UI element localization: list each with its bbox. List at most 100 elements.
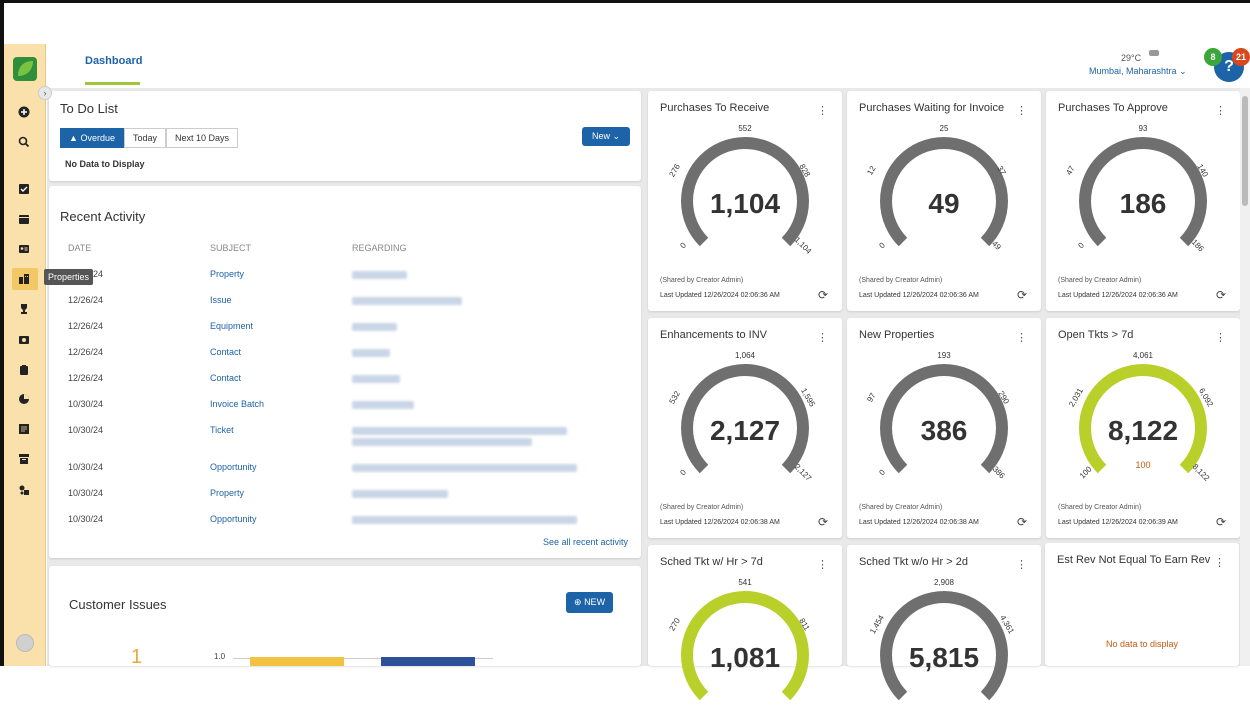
gauge-last-updated: Last Updated 12/26/2024 02:06:39 AM bbox=[1058, 519, 1178, 526]
row-regarding-redacted[interactable] bbox=[352, 516, 577, 524]
row-subject-link[interactable]: Contact bbox=[210, 347, 241, 357]
gauge-value: 2,127 bbox=[709, 415, 781, 446]
row-date: 12/26/24 bbox=[68, 321, 104, 331]
gauge-shared-by: (Shared by Creator Admin) bbox=[660, 504, 744, 511]
top-header: Dashboard 29°C Mumbai, Maharashtra ⌄ ? 8… bbox=[47, 44, 1250, 88]
gauge-title: Purchases To Receive bbox=[660, 102, 770, 114]
money-icon[interactable] bbox=[16, 332, 32, 348]
gauge-card: Sched Tkt w/o Hr > 2d ⋮ 5,815 2,908 1,454 4,3… bbox=[847, 545, 1041, 701]
row-regarding-redacted[interactable] bbox=[352, 297, 462, 305]
kebab-menu-icon[interactable]: ⋮ bbox=[1214, 556, 1225, 569]
todo-title: To Do List bbox=[60, 101, 118, 116]
scrollbar[interactable] bbox=[1240, 88, 1250, 666]
refresh-icon[interactable]: ⟳ bbox=[818, 515, 828, 529]
row-regarding-redacted[interactable] bbox=[352, 464, 577, 472]
notification-badge-red[interactable]: 21 bbox=[1232, 48, 1250, 66]
row-subject-link[interactable]: Contact bbox=[210, 373, 241, 383]
todo-new-button[interactable]: New ⌄ bbox=[582, 127, 631, 146]
refresh-icon[interactable]: ⟳ bbox=[1017, 515, 1027, 529]
gauge-last-updated: Last Updated 12/26/2024 02:06:36 AM bbox=[1058, 292, 1178, 299]
chevron-right-icon[interactable]: › bbox=[38, 86, 52, 100]
weather-location[interactable]: Mumbai, Maharashtra ⌄ bbox=[1089, 66, 1187, 77]
kebab-menu-icon[interactable]: ⋮ bbox=[1016, 331, 1027, 344]
filter-overdue[interactable]: ▲ Overdue bbox=[60, 128, 124, 148]
row-subject-link[interactable]: Issue bbox=[210, 295, 232, 305]
row-regarding-redacted[interactable] bbox=[352, 271, 407, 279]
row-regarding-redacted[interactable] bbox=[352, 427, 567, 435]
row-subject-link[interactable]: Opportunity bbox=[210, 514, 257, 524]
trophy-icon[interactable] bbox=[16, 301, 32, 317]
est-rev-card: Est Rev Not Equal To Earn Rev ⋮ No data … bbox=[1045, 543, 1239, 666]
kebab-menu-icon[interactable]: ⋮ bbox=[1215, 104, 1226, 117]
calendar-icon[interactable] bbox=[16, 211, 32, 227]
gauge-label-top: 2,908 bbox=[933, 578, 955, 587]
chevron-down-icon: ⌄ bbox=[1179, 66, 1187, 76]
scroll-thumb[interactable] bbox=[1242, 96, 1248, 206]
archive-icon[interactable] bbox=[16, 451, 32, 467]
kebab-menu-icon[interactable]: ⋮ bbox=[1016, 104, 1027, 117]
todo-empty-message: No Data to Display bbox=[65, 159, 145, 169]
row-date: 10/30/24 bbox=[68, 488, 104, 498]
top-border bbox=[0, 0, 1250, 3]
user-avatar[interactable] bbox=[16, 634, 34, 652]
gauge-shared-by: (Shared by Creator Admin) bbox=[859, 277, 943, 284]
filter-today[interactable]: Today bbox=[123, 128, 166, 148]
gauge-arc bbox=[880, 136, 1008, 247]
checklist-icon[interactable] bbox=[16, 181, 32, 197]
gauge-value: 8,122 bbox=[1107, 415, 1179, 446]
settings-icon[interactable] bbox=[16, 482, 32, 498]
customer-issues-new-label: NEW bbox=[584, 597, 606, 607]
kebab-menu-icon[interactable]: ⋮ bbox=[817, 104, 828, 117]
refresh-icon[interactable]: ⟳ bbox=[818, 288, 828, 302]
customer-issues-new-button[interactable]: ⊕ NEW bbox=[566, 592, 614, 613]
row-subject-link[interactable]: Equipment bbox=[210, 321, 253, 331]
gauge-title: Sched Tkt w/ Hr > 7d bbox=[660, 556, 763, 568]
refresh-icon[interactable]: ⟳ bbox=[1017, 288, 1027, 302]
gauge-card: Open Tkts > 7d ⋮ 8,122 4,061 2,031 6,092 100 8,… bbox=[1046, 318, 1240, 538]
row-date: 10/30/24 bbox=[68, 399, 104, 409]
tab-dashboard[interactable]: Dashboard bbox=[85, 55, 142, 67]
row-regarding-redacted[interactable] bbox=[352, 375, 400, 383]
ledger-icon[interactable] bbox=[16, 421, 32, 437]
row-regarding-redacted[interactable] bbox=[352, 401, 414, 409]
row-subject-link[interactable]: Property bbox=[210, 269, 244, 279]
properties-icon[interactable] bbox=[16, 271, 32, 287]
est-rev-empty-message: No data to display bbox=[1105, 639, 1179, 649]
kebab-menu-icon[interactable]: ⋮ bbox=[817, 331, 828, 344]
search-icon[interactable] bbox=[16, 134, 32, 150]
filter-overdue-label: Overdue bbox=[80, 133, 115, 143]
row-date: 12/26/24 bbox=[68, 373, 104, 383]
notification-badge-green[interactable]: 8 bbox=[1204, 48, 1222, 66]
kebab-menu-icon[interactable]: ⋮ bbox=[1016, 558, 1027, 571]
row-subject-link[interactable]: Opportunity bbox=[210, 462, 257, 472]
filter-next-10-days[interactable]: Next 10 Days bbox=[166, 128, 239, 148]
kebab-menu-icon[interactable]: ⋮ bbox=[817, 558, 828, 571]
kebab-menu-icon[interactable]: ⋮ bbox=[1215, 331, 1226, 344]
see-all-recent-activity-link[interactable]: See all recent activity bbox=[543, 537, 628, 547]
row-subject-link[interactable]: Property bbox=[210, 488, 244, 498]
todo-filter-group: ▲ Overdue Today Next 10 Days bbox=[60, 128, 239, 148]
contact-card-icon[interactable] bbox=[16, 241, 32, 257]
refresh-icon[interactable]: ⟳ bbox=[1216, 515, 1226, 529]
row-date: 10/30/24 bbox=[68, 514, 104, 524]
gauge-label-top: 193 bbox=[937, 351, 951, 360]
row-subject-link[interactable]: Invoice Batch bbox=[210, 399, 264, 409]
row-regarding-redacted[interactable] bbox=[352, 349, 390, 357]
gauge-card: New Properties ⋮ 386 193 97 290 0 386 (Shared by… bbox=[847, 318, 1041, 538]
row-subject-link[interactable]: Ticket bbox=[210, 425, 234, 435]
add-icon[interactable] bbox=[16, 104, 32, 120]
pie-chart-icon[interactable] bbox=[16, 391, 32, 407]
leaf-logo-icon[interactable] bbox=[12, 56, 38, 82]
row-regarding-redacted[interactable] bbox=[352, 490, 448, 498]
recent-activity-title: Recent Activity bbox=[60, 209, 146, 224]
gauge-label-top: 25 bbox=[939, 124, 949, 133]
row-date: 10/30/24 bbox=[68, 462, 104, 472]
add-circle-icon: ⊕ bbox=[574, 597, 582, 607]
gauge-label-top: 4,061 bbox=[1132, 351, 1154, 360]
gauge-card: Purchases Waiting for Invoice ⋮ 49 25 12 37 0 4… bbox=[847, 91, 1041, 311]
gauge-arc bbox=[1079, 136, 1207, 247]
clipboard-icon[interactable] bbox=[16, 362, 32, 378]
refresh-icon[interactable]: ⟳ bbox=[1216, 288, 1226, 302]
gauge-arc bbox=[880, 363, 1008, 474]
row-regarding-redacted[interactable] bbox=[352, 323, 397, 331]
